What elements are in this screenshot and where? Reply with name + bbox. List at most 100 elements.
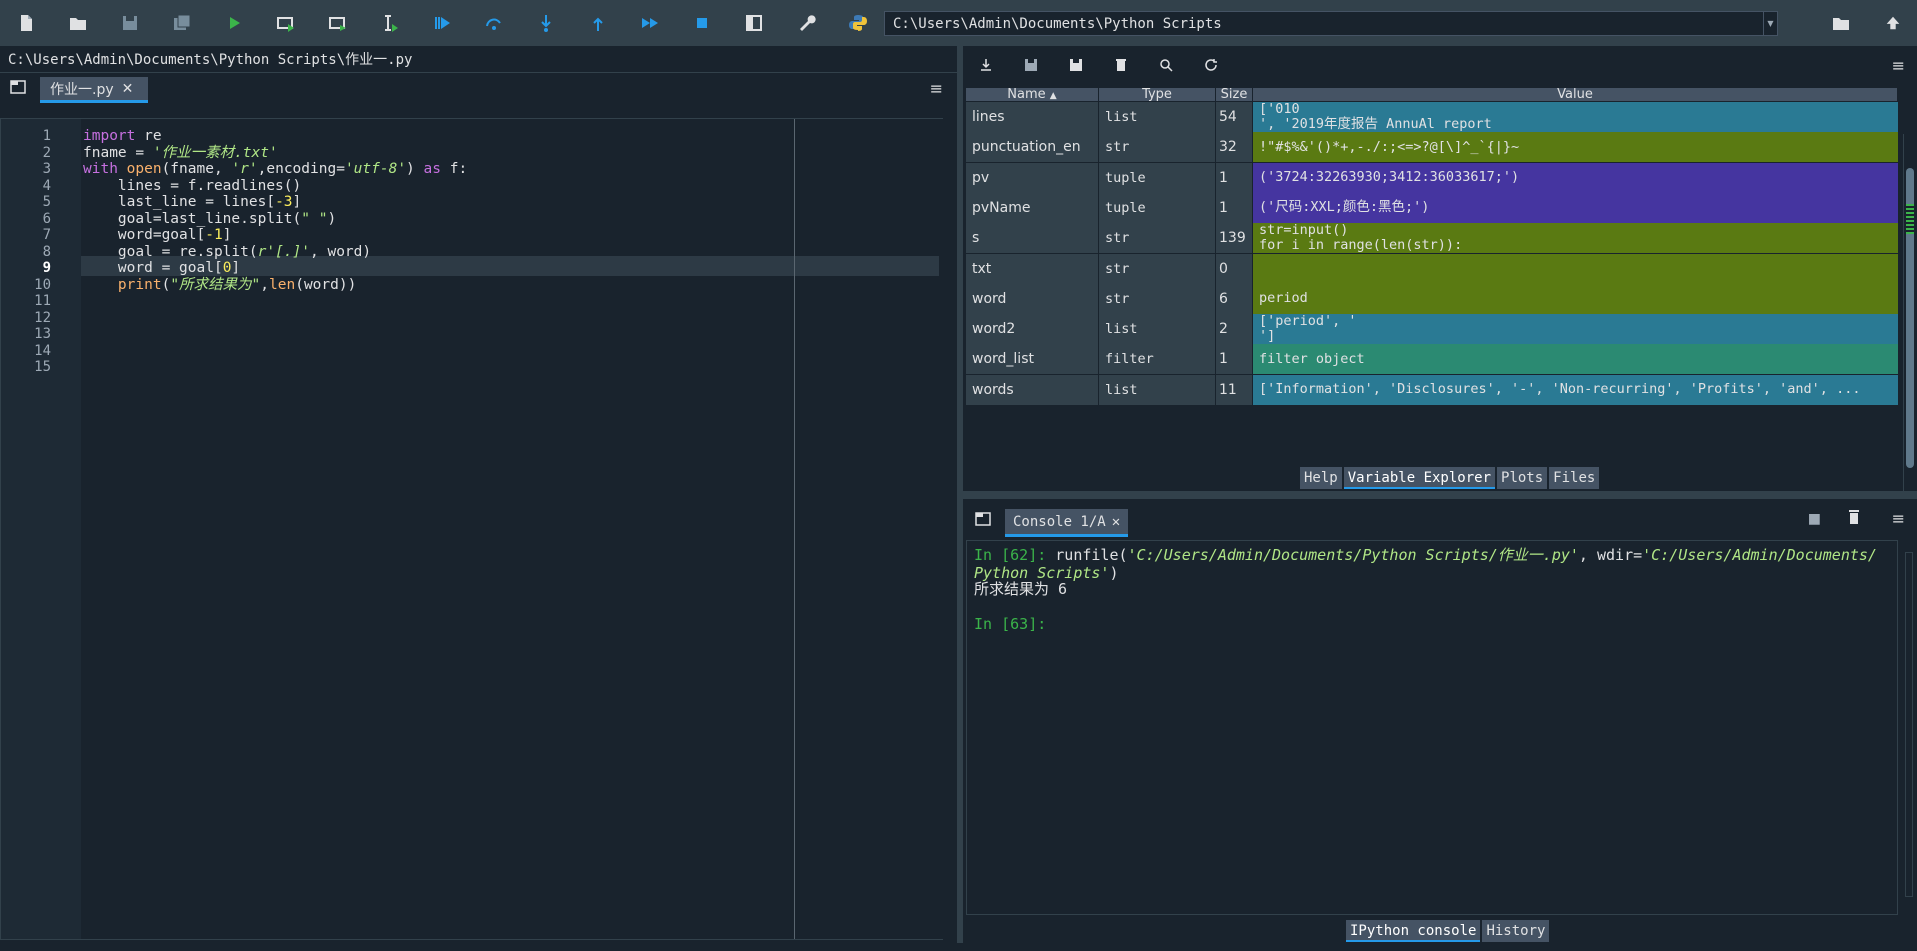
main-toolbar: C:\Users\Admin\Documents\Python Scripts … — [0, 0, 1917, 46]
python-logo-icon — [849, 15, 867, 31]
variable-size-cell: 0 — [1216, 253, 1252, 284]
browse-directory-button[interactable] — [1818, 0, 1864, 46]
python-path-button[interactable] — [832, 0, 884, 46]
step-into-icon — [541, 15, 551, 32]
tab-files[interactable]: Files — [1549, 467, 1600, 489]
step-into-button[interactable] — [520, 0, 572, 46]
new-file-icon — [21, 15, 32, 31]
folder-open-icon — [1833, 18, 1849, 30]
variable-value-cell: !"#$%&'()*+,-./:;<=>?@[\]^_`{|}~ — [1253, 132, 1898, 163]
refresh-variables-button[interactable] — [1188, 46, 1233, 84]
variable-type-cell: str — [1099, 253, 1215, 284]
variable-size-cell: 32 — [1216, 132, 1252, 163]
open-file-button[interactable] — [52, 0, 104, 46]
variable-size-cell: 11 — [1216, 374, 1252, 405]
trash-icon — [1115, 59, 1126, 71]
tab-plots[interactable]: Plots — [1497, 467, 1548, 489]
variable-row[interactable]: word2 list 2 ['period', ' '] — [966, 314, 1898, 345]
tab-ipython-console[interactable]: IPython console — [1346, 920, 1481, 942]
code-lines: import re fname = '作业一素材.txt' with open(… — [81, 119, 942, 939]
editor-tab[interactable]: 作业一.py ✕ — [40, 77, 148, 103]
ipython-console-output[interactable]: In [62]: runfile('C:/Users/Admin/Documen… — [966, 540, 1898, 915]
tab-history[interactable]: History — [1482, 920, 1550, 942]
save-data-button[interactable] — [1008, 46, 1053, 84]
line-number-gutter: 1 2 3 4 5 6 7 8 9 10 11 12 13 14 15 — [1, 119, 81, 939]
variable-row[interactable]: s str 139 str=input() for i in range(len(st… — [966, 223, 1898, 254]
variable-name-cell: words — [966, 374, 1098, 405]
variable-value-cell — [1253, 253, 1898, 284]
run-selection-button[interactable] — [364, 0, 416, 46]
editor-scrollbar[interactable] — [943, 118, 957, 940]
column-header-name[interactable]: Name ▲ — [966, 88, 1099, 101]
variable-value-cell: filter object — [1253, 344, 1898, 375]
variable-explorer-pane: ≡ Name ▲ Type Size Value lines list 54 ['01… — [963, 46, 1917, 509]
variable-type-cell: filter — [1099, 344, 1215, 375]
column-header-value[interactable]: Value — [1253, 88, 1898, 101]
import-data-button[interactable] — [963, 46, 1008, 84]
column-header-size[interactable]: Size — [1216, 88, 1253, 101]
step-button[interactable] — [468, 0, 520, 46]
text-cursor-run-icon — [385, 15, 398, 32]
debug-button[interactable] — [416, 0, 468, 46]
run-cell-button[interactable] — [260, 0, 312, 46]
horizontal-splitter[interactable] — [963, 491, 1917, 499]
continue-button[interactable] — [624, 0, 676, 46]
browse-tabs-icon[interactable] — [10, 79, 26, 98]
chevron-down-icon[interactable]: ▼ — [1763, 12, 1777, 35]
variable-row[interactable]: pv tuple 1 ('3724:32263930;3412:36033617;') — [966, 162, 1898, 193]
console-tab-label: Console 1/A — [1013, 513, 1106, 530]
code-editor[interactable]: 1 2 3 4 5 6 7 8 9 10 11 12 13 14 15 import re fname = … — [0, 118, 957, 940]
variable-row[interactable]: words list 11 ['Information', 'Disclosures'… — [966, 374, 1898, 405]
remove-all-variables-button[interactable] — [1098, 46, 1143, 84]
variable-value-cell: ('3724:32263930;3412:36033617;') — [1253, 162, 1898, 193]
editor-tab-bar: 作业一.py ✕ ≡ — [0, 72, 957, 103]
variable-value-cell: ['period', ' '] — [1253, 314, 1898, 345]
run-cell-advance-button[interactable] — [312, 0, 364, 46]
parent-directory-button[interactable] — [1870, 0, 1916, 46]
maximize-pane-button[interactable] — [728, 0, 780, 46]
save-all-button[interactable] — [156, 0, 208, 46]
hamburger-menu-icon[interactable]: ≡ — [1892, 509, 1905, 528]
tab-help[interactable]: Help — [1300, 467, 1342, 489]
stop-debug-button[interactable] — [676, 0, 728, 46]
step-return-button[interactable] — [572, 0, 624, 46]
new-file-button[interactable] — [0, 0, 52, 46]
console-line-input-62: In [62]: runfile('C:/Users/Admin/Documen… — [974, 546, 1877, 564]
variable-type-cell: tuple — [1099, 162, 1215, 193]
maximize-icon — [746, 15, 762, 31]
search-icon — [1159, 59, 1173, 72]
search-variables-button[interactable] — [1143, 46, 1188, 84]
save-file-button[interactable] — [104, 0, 156, 46]
variable-type-cell: str — [1099, 132, 1215, 163]
variable-value-cell: str=input() for i in range(len(str)): — [1253, 223, 1898, 254]
variable-row[interactable]: word str 6 period — [966, 283, 1898, 314]
variable-row[interactable]: txt str 0 — [966, 253, 1898, 284]
browse-tabs-icon[interactable] — [975, 511, 991, 530]
preferences-button[interactable] — [780, 0, 832, 46]
console-line-input-63: In [63]: — [974, 615, 1047, 633]
scrollbar-thumb[interactable] — [1905, 552, 1913, 897]
remove-all-variables-icon[interactable] — [1847, 509, 1861, 529]
working-directory-combobox[interactable]: C:\Users\Admin\Documents\Python Scripts … — [884, 11, 1778, 36]
close-icon[interactable]: ✕ — [122, 81, 134, 97]
console-pane: Console 1/A ✕ ■ ≡ In [62]: runfile('C:/U… — [963, 499, 1917, 943]
run-button[interactable] — [208, 0, 260, 46]
save-data-as-button[interactable] — [1053, 46, 1098, 84]
variable-value-cell: ['Information', 'Disclosures', '-', 'Non… — [1253, 374, 1898, 405]
variable-name-cell: pv — [966, 162, 1098, 193]
hamburger-menu-icon[interactable]: ≡ — [1892, 56, 1905, 75]
close-icon[interactable]: ✕ — [1112, 514, 1120, 530]
variable-table-scrollbar[interactable] — [1903, 134, 1915, 509]
variable-row[interactable]: pvName tuple 1 ('尺码:XXL;颜色:黑色;') — [966, 192, 1898, 223]
console-tab[interactable]: Console 1/A ✕ — [1005, 509, 1128, 537]
tab-variable-explorer[interactable]: Variable Explorer — [1343, 467, 1496, 489]
hamburger-menu-icon[interactable]: ≡ — [930, 79, 943, 98]
variable-row[interactable]: lines list 54 ['010 ', '2019年度报告 AnnuAl rep… — [966, 102, 1898, 132]
variable-row[interactable]: word_list filter 1 filter object — [966, 344, 1898, 375]
variable-name-cell: word_list — [966, 344, 1098, 375]
play-icon — [230, 17, 240, 29]
variable-row[interactable]: punctuation_en str 32 !"#$%&'()*+,-./:;<=>?… — [966, 132, 1898, 163]
column-header-type[interactable]: Type — [1099, 88, 1216, 101]
console-scrollbar[interactable] — [1903, 540, 1915, 915]
stop-kernel-icon[interactable]: ■ — [1808, 511, 1821, 527]
